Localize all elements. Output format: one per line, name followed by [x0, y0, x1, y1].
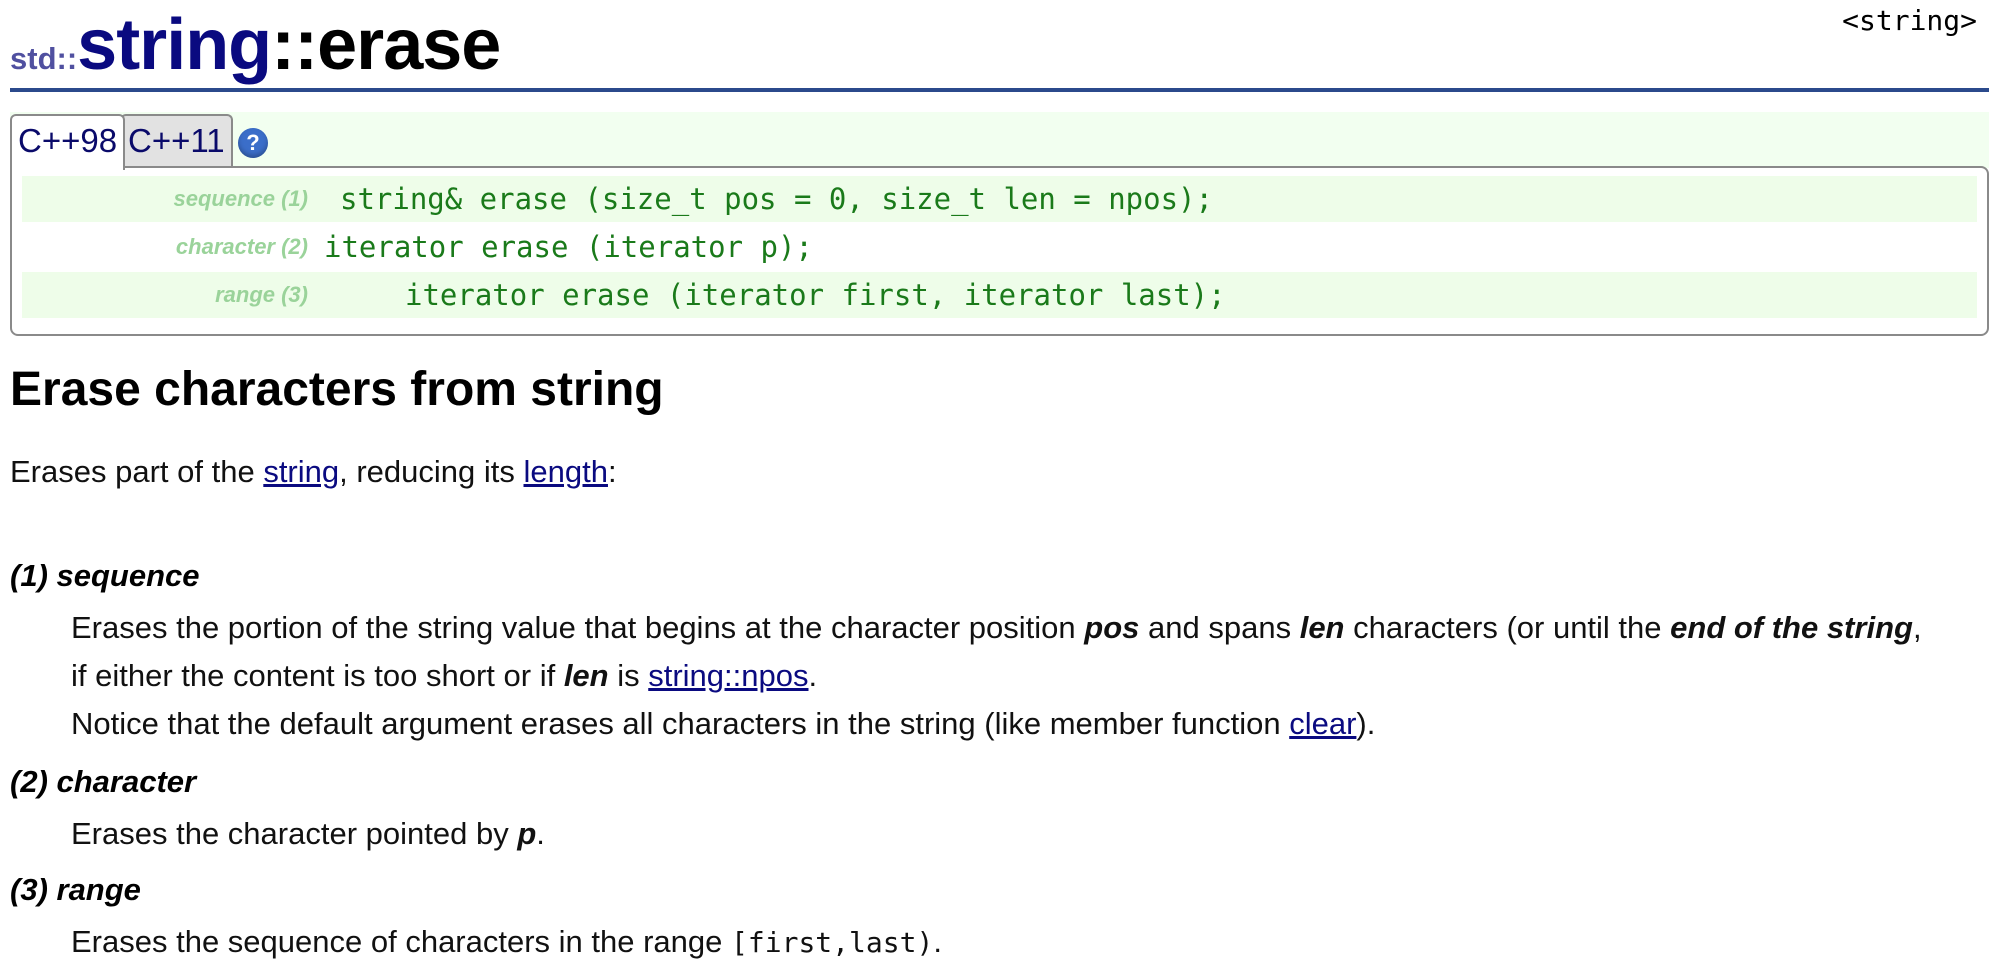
- param-p: p: [517, 816, 537, 851]
- prototype-code: iterator erase (iterator p);: [324, 230, 813, 264]
- desc-text: Erases the sequence of characters in the…: [71, 924, 732, 959]
- version-tabstrip: C++98 C++11 ?: [10, 112, 1989, 170]
- tab-cpp98[interactable]: C++98: [10, 114, 126, 170]
- term-range: (3) range: [10, 872, 141, 907]
- intro-text: Erases part of the: [10, 454, 264, 489]
- title-namespace: std::: [10, 41, 78, 76]
- prototype-code: iterator erase (iterator first, iterator…: [405, 278, 1226, 312]
- sequence-desc-line1: Erases the portion of the string value t…: [71, 604, 1922, 652]
- desc-text: ,: [1912, 610, 1922, 645]
- range-code: [first,last): [731, 926, 934, 959]
- prototype-label: sequence (1): [173, 186, 309, 211]
- param-len: len: [1299, 610, 1345, 645]
- desc-text: Notice that the default argument erases …: [71, 706, 1290, 741]
- title-divider: [10, 88, 1989, 92]
- prototype-row: character (2) iterator erase (iterator p…: [22, 224, 1977, 270]
- desc-text: .: [933, 924, 942, 959]
- string-link[interactable]: string: [263, 454, 339, 489]
- prototype-box: sequence (1) string& erase (size_t pos =…: [10, 166, 1989, 336]
- help-icon[interactable]: ?: [238, 128, 268, 158]
- prototype-row: sequence (1) string& erase (size_t pos =…: [22, 176, 1977, 222]
- term-character: (2) character: [10, 764, 197, 799]
- param-len: len: [563, 658, 609, 693]
- desc-text: Erases the portion of the string value t…: [71, 610, 1085, 645]
- desc-text: .: [536, 816, 545, 851]
- desc-text: Erases the character pointed by: [71, 816, 518, 851]
- desc-text: ).: [1356, 706, 1376, 741]
- title-function: ::erase: [271, 5, 501, 85]
- section-heading: Erase characters from string: [10, 363, 664, 416]
- end-of-string-term: end of the string: [1670, 610, 1913, 645]
- page-title: std::string::erase: [10, 4, 501, 86]
- prototype-label: range (3): [215, 282, 308, 307]
- header-file-tag: <string>: [1842, 4, 1977, 37]
- desc-text: .: [808, 658, 818, 693]
- desc-text: and spans: [1139, 610, 1300, 645]
- sequence-desc-line2: if either the content is too short or if…: [71, 652, 817, 700]
- tab-cpp11[interactable]: C++11: [120, 114, 233, 166]
- sequence-desc-line3: Notice that the default argument erases …: [71, 700, 1375, 748]
- intro-text: , reducing its: [339, 454, 524, 489]
- prototype-code: string& erase (size_t pos = 0, size_t le…: [340, 182, 1213, 216]
- npos-link[interactable]: string::npos: [648, 658, 808, 693]
- desc-text: characters (or until the: [1344, 610, 1671, 645]
- term-sequence: (1) sequence: [10, 558, 200, 593]
- desc-text: is: [608, 658, 649, 693]
- range-desc: Erases the sequence of characters in the…: [71, 918, 942, 967]
- intro-text: :: [607, 454, 617, 489]
- intro-paragraph: Erases part of the string, reducing its …: [10, 448, 617, 496]
- character-desc: Erases the character pointed by p.: [71, 810, 545, 858]
- desc-text: if either the content is too short or if: [71, 658, 564, 693]
- param-pos: pos: [1084, 610, 1140, 645]
- clear-link[interactable]: clear: [1289, 706, 1356, 741]
- prototype-label: character (2): [175, 234, 308, 259]
- prototype-row: range (3) iterator erase (iterator first…: [22, 272, 1977, 318]
- length-link[interactable]: length: [524, 454, 608, 489]
- title-class: string: [77, 5, 272, 85]
